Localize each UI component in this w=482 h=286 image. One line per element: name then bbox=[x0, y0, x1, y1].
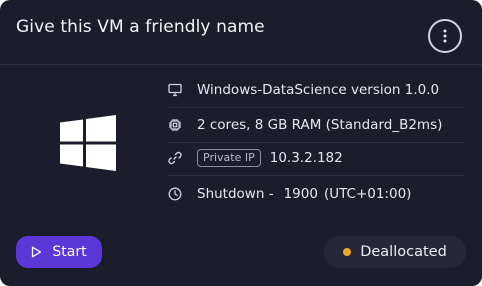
clock-icon bbox=[168, 187, 182, 201]
detail-row-ip: Private IP 10.3.2.182 bbox=[168, 141, 464, 175]
link-icon bbox=[168, 151, 182, 165]
kebab-vertical-icon bbox=[443, 29, 447, 43]
vm-size-text: 2 cores, 8 GB RAM (Standard_B2ms) bbox=[197, 117, 443, 133]
monitor-icon bbox=[168, 83, 182, 97]
detail-row-size: 2 cores, 8 GB RAM (Standard_B2ms) bbox=[168, 108, 464, 142]
start-button[interactable]: Start bbox=[16, 236, 102, 268]
status-label: Deallocated bbox=[360, 244, 447, 260]
vm-card: Give this VM a friendly name Windows-Dat… bbox=[0, 0, 482, 286]
vm-name-title[interactable]: Give this VM a friendly name bbox=[16, 17, 265, 37]
windows-logo bbox=[60, 115, 116, 171]
shutdown-label: Shutdown - bbox=[197, 186, 274, 202]
detail-row-shutdown: Shutdown - 1900 (UTC+01:00) bbox=[168, 177, 464, 211]
more-options-button[interactable] bbox=[428, 19, 462, 53]
cpu-chip-icon bbox=[168, 118, 182, 132]
status-dot bbox=[343, 248, 352, 256]
shutdown-time[interactable]: 1900 bbox=[284, 186, 318, 202]
detail-row-image: Windows-DataScience version 1.0.0 bbox=[168, 73, 464, 107]
start-button-label: Start bbox=[52, 244, 87, 260]
image-version-text: Windows-DataScience version 1.0.0 bbox=[197, 82, 440, 98]
row-divider bbox=[168, 175, 464, 176]
header-divider bbox=[0, 64, 482, 65]
play-outline-icon bbox=[31, 246, 42, 258]
private-ip-value[interactable]: 10.3.2.182 bbox=[270, 150, 343, 166]
status-badge: Deallocated bbox=[324, 236, 466, 268]
shutdown-timezone: (UTC+01:00) bbox=[323, 186, 412, 202]
private-ip-badge: Private IP bbox=[197, 149, 261, 167]
